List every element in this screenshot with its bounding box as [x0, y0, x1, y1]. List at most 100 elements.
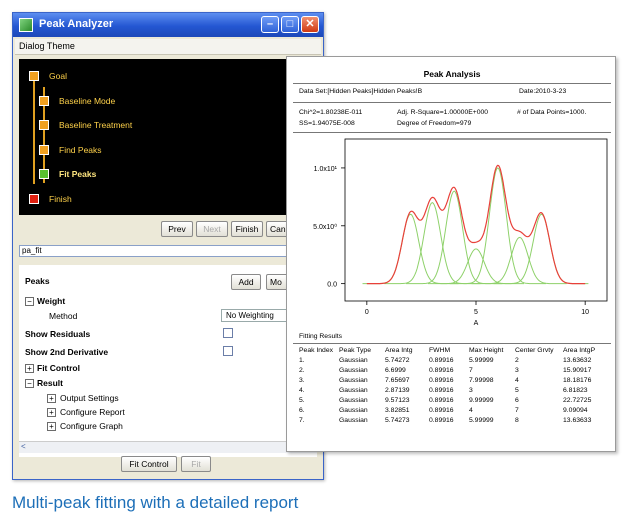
table-cell: 9.99999: [469, 397, 494, 404]
finish-button[interactable]: Finish: [231, 221, 263, 237]
table-cell: 6.: [299, 407, 305, 414]
step-fit-peaks[interactable]: Fit Peaks: [59, 169, 96, 179]
prev-button[interactable]: Prev: [161, 221, 193, 237]
expand-configure-report-icon[interactable]: +: [47, 408, 56, 417]
step-fit-peaks-marker: [39, 169, 49, 179]
configure-report-item[interactable]: Configure Report: [60, 407, 125, 417]
table-cell: 13.63633: [563, 417, 592, 424]
theme-name-value: pa_fit: [22, 246, 42, 255]
step-find-peaks-marker: [39, 145, 49, 155]
step-baseline-treatment[interactable]: Baseline Treatment: [59, 120, 132, 130]
step-finish[interactable]: Finish: [49, 194, 72, 204]
table-header-cell: FWHM: [429, 347, 451, 354]
table-cell: 1.: [299, 357, 305, 364]
step-goal-marker: [29, 71, 39, 81]
table-header-cell: Peak Type: [339, 347, 371, 354]
table-cell: 6.81823: [563, 387, 588, 394]
table-header-cell: Peak Index: [299, 347, 334, 354]
next-button[interactable]: Next: [196, 221, 228, 237]
table-cell: Gaussian: [339, 377, 368, 384]
table-cell: 4.: [299, 387, 305, 394]
theme-name-field[interactable]: pa_fit: [19, 245, 317, 257]
table-header-cell: Area Intg: [385, 347, 413, 354]
table-cell: Gaussian: [339, 397, 368, 404]
output-settings-item[interactable]: Output Settings: [60, 393, 119, 403]
peaks-label: Peaks: [25, 276, 50, 286]
collapse-weight-icon[interactable]: −: [25, 297, 34, 306]
table-cell: 0.89916: [429, 357, 454, 364]
table-cell: 2.87139: [385, 387, 410, 394]
maximize-icon[interactable]: □: [281, 16, 299, 33]
table-cell: Gaussian: [339, 387, 368, 394]
table-cell: 3.: [299, 377, 305, 384]
table-cell: 18.18176: [563, 377, 592, 384]
close-icon[interactable]: ✕: [301, 16, 319, 33]
step-goal[interactable]: Goal: [49, 71, 67, 81]
expand-configure-graph-icon[interactable]: +: [47, 422, 56, 431]
table-cell: 4: [469, 407, 473, 414]
table-cell: 0.89916: [429, 407, 454, 414]
table-cell: Gaussian: [339, 367, 368, 374]
table-cell: 8: [515, 417, 519, 424]
configure-graph-item[interactable]: Configure Graph: [60, 421, 123, 431]
table-cell: 7.: [299, 417, 305, 424]
table-cell: 3.82851: [385, 407, 410, 414]
goal-flow-panel: Goal Baseline Mode Baseline Treatment Fi…: [19, 59, 317, 215]
table-cell: 2.: [299, 367, 305, 374]
table-cell: 0.89916: [429, 367, 454, 374]
table-cell: 22.72725: [563, 397, 592, 404]
fit-control-button[interactable]: Fit Control: [121, 456, 177, 472]
table-cell: 9.57123: [385, 397, 410, 404]
step-find-peaks[interactable]: Find Peaks: [59, 145, 102, 155]
minimize-icon[interactable]: –: [261, 16, 279, 33]
dialog-theme-label: Dialog Theme: [19, 41, 75, 51]
fit-control-label: Fit Control: [37, 363, 80, 373]
step-finish-marker: [29, 194, 39, 204]
window-title: Peak Analyzer: [39, 18, 114, 30]
scroll-left-icon[interactable]: <: [21, 442, 26, 451]
show-2nd-derivative-label: Show 2nd Derivative: [25, 347, 109, 357]
fit-button[interactable]: Fit: [181, 456, 211, 472]
table-cell: 5.99999: [469, 417, 494, 424]
table-cell: 0.89916: [429, 387, 454, 394]
table-cell: 3: [469, 387, 473, 394]
table-cell: Gaussian: [339, 417, 368, 424]
step-baseline-mode[interactable]: Baseline Mode: [59, 96, 115, 106]
peak-analysis-report: Peak Analysis Data Set:[Hidden Peaks]Hid…: [286, 56, 616, 452]
table-cell: 0.89916: [429, 397, 454, 404]
table-cell: 5.74273: [385, 417, 410, 424]
table-header-cell: Area IntgP: [563, 347, 596, 354]
title-bar[interactable]: Peak Analyzer – □ ✕: [13, 13, 323, 37]
table-cell: 5: [515, 387, 519, 394]
step-baseline-mode-marker: [39, 96, 49, 106]
add-peak-button[interactable]: Add: [231, 274, 261, 290]
table-cell: 9.09094: [563, 407, 588, 414]
table-cell: 6.6999: [385, 367, 406, 374]
weight-label: Weight: [37, 296, 66, 306]
flow-connector: [33, 76, 35, 184]
table-cell: 4: [515, 377, 519, 384]
table-cell: 7: [469, 367, 473, 374]
collapse-result-icon[interactable]: −: [25, 379, 34, 388]
show-2nd-derivative-checkbox[interactable]: [223, 346, 233, 356]
fitting-results-table: Peak Index Peak Type Area Intg FWHM Max Heig…: [287, 57, 617, 453]
table-cell: 5.99999: [469, 357, 494, 364]
dialog-theme-bar[interactable]: Dialog Theme: [15, 39, 321, 55]
table-header-cell: Max Height: [469, 347, 504, 354]
horizontal-scrollbar[interactable]: <: [19, 441, 317, 453]
table-cell: Gaussian: [339, 357, 368, 364]
expand-output-settings-icon[interactable]: +: [47, 394, 56, 403]
table-cell: 0.89916: [429, 417, 454, 424]
expand-fit-control-icon[interactable]: +: [25, 364, 34, 373]
step-baseline-treatment-marker: [39, 120, 49, 130]
table-cell: 15.90917: [563, 367, 592, 374]
show-residuals-checkbox[interactable]: [223, 328, 233, 338]
app-icon: [19, 18, 33, 32]
table-cell: 13.63632: [563, 357, 592, 364]
table-cell: 6: [515, 397, 519, 404]
peak-analyzer-window: Peak Analyzer – □ ✕ Dialog Theme Goal Ba…: [12, 12, 324, 480]
method-label: Method: [49, 311, 78, 321]
table-cell: 7: [515, 407, 519, 414]
table-cell: 2: [515, 357, 519, 364]
table-cell: 5.74272: [385, 357, 410, 364]
